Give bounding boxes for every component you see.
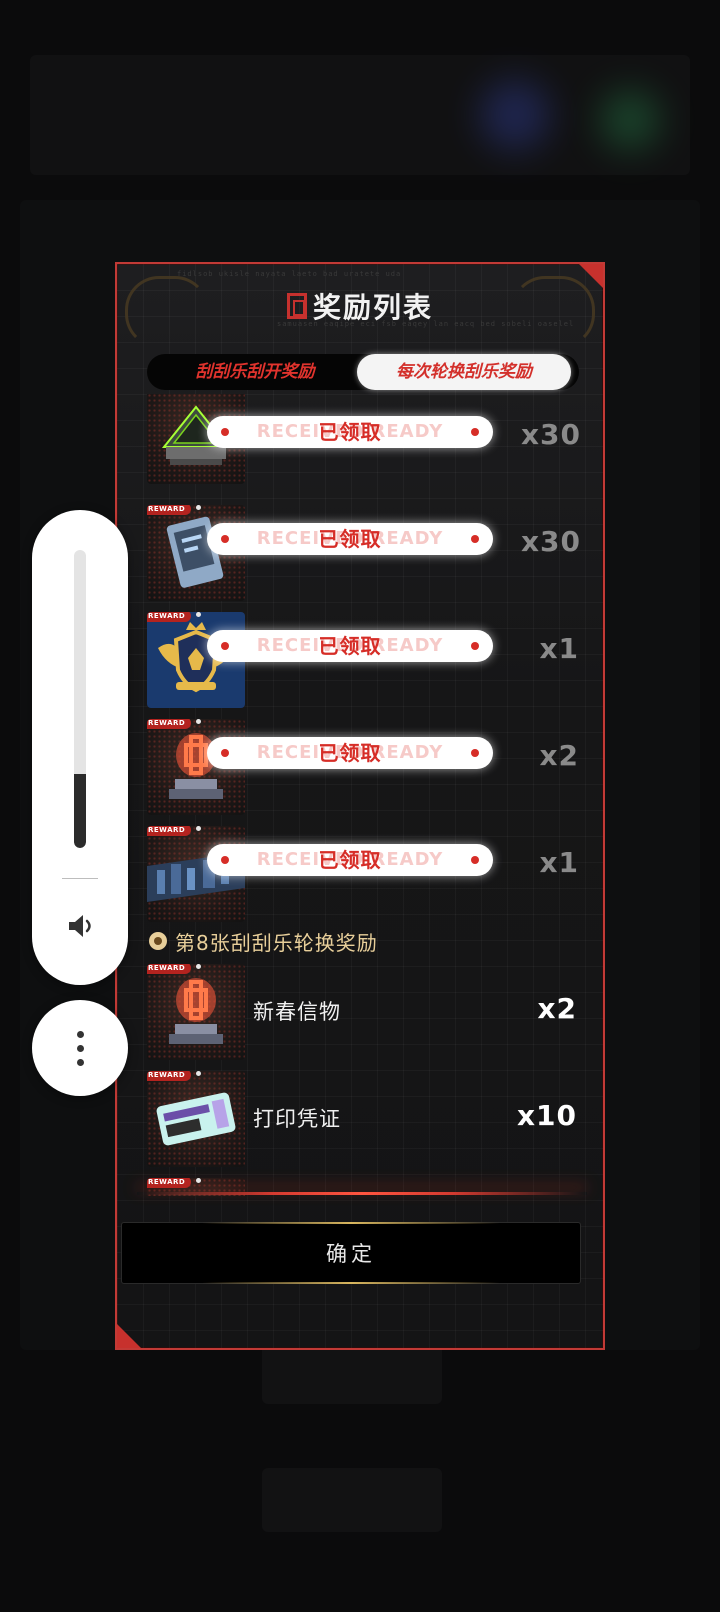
volume-slider[interactable]: [74, 550, 86, 848]
list-item: REWARD RECEIVED READY 已领取 x30: [145, 501, 581, 603]
claimed-status-pill: RECEIVED READY 已领取: [207, 844, 493, 876]
reward-quantity: x2: [537, 992, 577, 1025]
background-header: [30, 55, 690, 175]
reward-tag: REWARD: [147, 612, 202, 622]
rotation-section-header: 第8张刮刮乐轮换奖励: [149, 926, 579, 956]
reward-tag: REWARD: [147, 505, 202, 515]
background-glow: [480, 80, 550, 150]
reward-name: 新春信物: [253, 1000, 341, 1024]
volume-level: [74, 773, 86, 848]
reward-tag: REWARD: [147, 719, 202, 729]
section-title: 第8张刮刮乐轮换奖励: [175, 930, 378, 955]
reward-list-modal: fidlsob ukisle nayata laeto bad uratete …: [115, 262, 605, 1350]
divider: [62, 878, 98, 879]
volume-panel: [32, 510, 128, 985]
more-dots-icon: [77, 1059, 84, 1066]
confirm-button[interactable]: 确定: [121, 1222, 581, 1284]
claimed-status-pill: RECEIVED READY 已领取: [207, 416, 493, 448]
list-item: REWARD 打印凭证 x10: [145, 1067, 581, 1169]
tab-rotation-rewards[interactable]: 每次轮换刮乐奖励: [357, 354, 571, 390]
reward-quantity: x30: [520, 525, 581, 558]
reward-list[interactable]: RECEIVED READY 已领取 x30 REWARD RECEIVED R…: [145, 394, 581, 1196]
reward-tag: REWARD: [147, 826, 202, 836]
reward-quantity: x1: [539, 846, 579, 879]
list-item: RECEIVED READY 已领取 x30: [145, 394, 581, 496]
list-item: REWARD 新春信物 x2: [145, 960, 581, 1062]
reward-quantity: x30: [520, 418, 581, 451]
claimed-status-pill: RECEIVED READY 已领取: [207, 523, 493, 555]
reward-tag: REWARD: [147, 964, 202, 974]
background-glow: [600, 90, 660, 150]
title-mark-icon: [286, 293, 307, 319]
more-options-button[interactable]: [32, 1000, 128, 1096]
reward-tag: REWARD: [147, 1178, 202, 1188]
claimed-status-pill: RECEIVED READY 已领取: [207, 737, 493, 769]
print-ticket-icon: [156, 1092, 236, 1146]
background-button: [262, 1468, 442, 1532]
scroll-edge-glow: [137, 1192, 587, 1195]
reward-thumbnail: REWARD: [147, 964, 245, 1060]
reward-tag: REWARD: [147, 1071, 202, 1081]
modal-title: 奖励列表: [312, 291, 433, 324]
tab-scratch-rewards[interactable]: 刮刮乐刮开奖励: [155, 354, 355, 390]
reward-quantity: x1: [539, 632, 579, 665]
decorative-microtext: fidlsob ukisle nayata laeto bad uratete …: [177, 270, 402, 278]
knot-hologram-icon: [169, 978, 223, 1044]
tab-bar: 刮刮乐刮开奖励 每次轮换刮乐奖励: [147, 354, 579, 390]
speaker-icon[interactable]: [65, 910, 97, 942]
reward-quantity: x10: [516, 1099, 577, 1132]
list-item: REWARD RECEIVED READY 已领取 x1: [145, 608, 581, 710]
modal-header: 奖励列表: [117, 286, 603, 326]
reward-name: 打印凭证: [253, 1107, 341, 1131]
corner-accent: [117, 1324, 141, 1348]
more-dots-icon: [77, 1031, 84, 1038]
claimed-status-pill: RECEIVED READY 已领取: [207, 630, 493, 662]
reward-quantity: x2: [539, 739, 579, 772]
list-item: REWARD RECEIVED READY 已领取 x2: [145, 715, 581, 817]
more-dots-icon: [77, 1045, 84, 1052]
coin-icon: [149, 932, 167, 950]
reward-thumbnail: REWARD: [147, 1071, 245, 1167]
list-item: REWARD RECEIVED READY 已领取 x1: [145, 822, 581, 924]
